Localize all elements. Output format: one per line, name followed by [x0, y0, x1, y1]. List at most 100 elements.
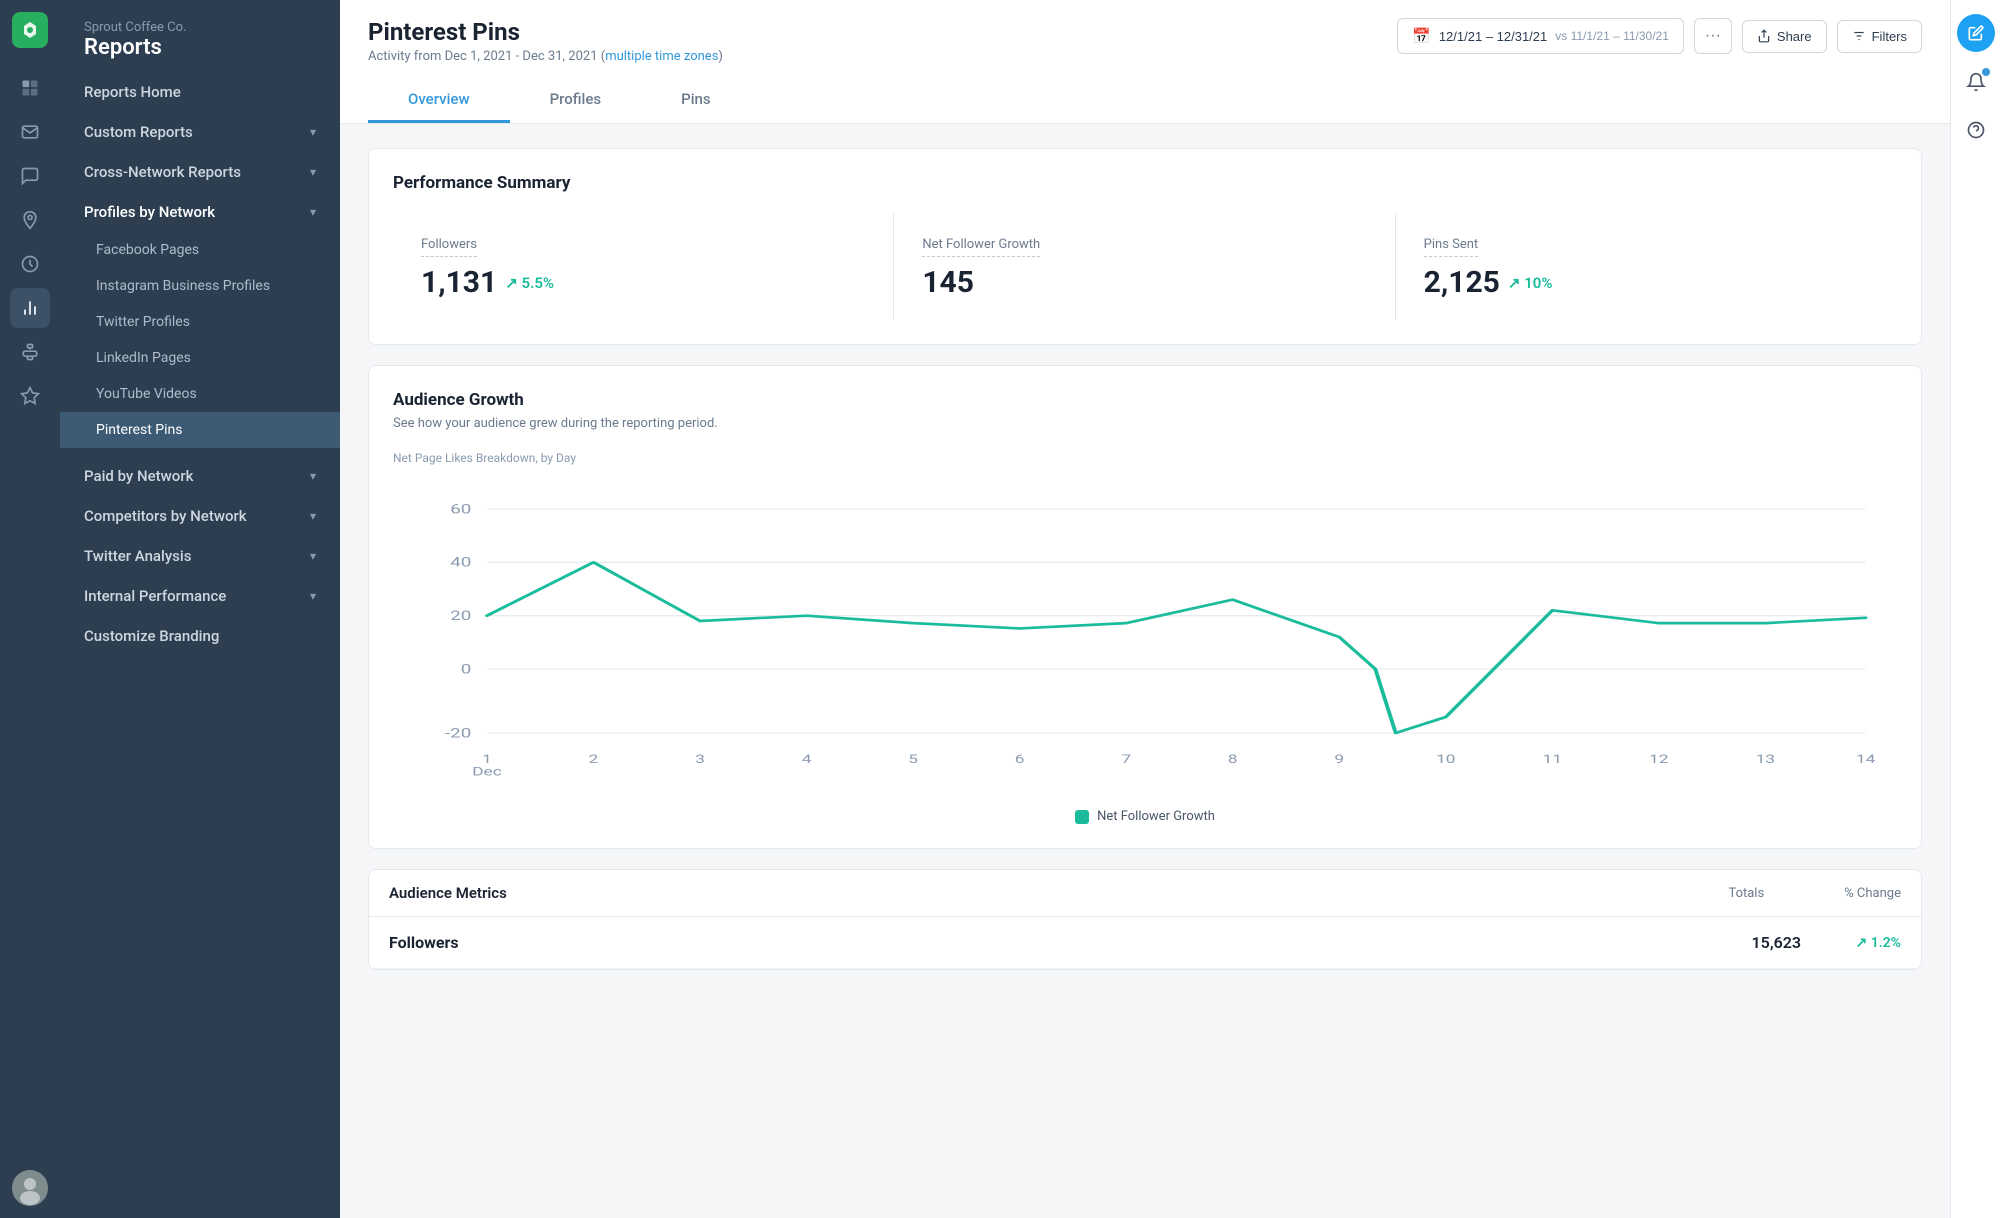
sidebar-item-custom-reports[interactable]: Custom Reports ▾: [60, 112, 340, 152]
svg-text:40: 40: [450, 555, 471, 570]
svg-text:2: 2: [589, 752, 599, 766]
filters-button[interactable]: Filters: [1837, 20, 1922, 53]
followers-value: 1,131 ↗ 5.5%: [421, 265, 865, 300]
chart-label: Net Page Likes Breakdown, by Day: [393, 451, 1897, 465]
followers-number: 1,131: [421, 265, 497, 300]
nav-messages-icon[interactable]: [10, 156, 50, 196]
tabs: Overview Profiles Pins: [368, 78, 1922, 123]
share-label: Share: [1777, 29, 1812, 44]
date-range-button[interactable]: 📅 12/1/21 – 12/31/21 vs 11/1/21 – 11/30/…: [1397, 18, 1684, 54]
followers-trend: ↗ 5.5%: [505, 274, 554, 292]
user-avatar[interactable]: [12, 1170, 48, 1206]
sidebar-item-label: Competitors by Network: [84, 507, 247, 525]
svg-text:0: 0: [461, 661, 472, 676]
sidebar-item-label: Custom Reports: [84, 123, 193, 141]
sidebar-sub-item-facebook-pages[interactable]: Facebook Pages: [60, 232, 340, 268]
audience-growth-subtitle: See how your audience grew during the re…: [393, 416, 1897, 431]
compare-range: vs 11/1/21 – 11/30/21: [1555, 29, 1669, 43]
chevron-icon: ▾: [310, 469, 316, 483]
svg-text:5: 5: [908, 752, 918, 766]
pins-sent-label: Pins Sent: [1424, 237, 1479, 257]
svg-text:20: 20: [450, 608, 471, 623]
sidebar-item-cross-network[interactable]: Cross-Network Reports ▾: [60, 152, 340, 192]
tab-pins[interactable]: Pins: [641, 78, 750, 123]
tab-overview[interactable]: Overview: [368, 78, 510, 123]
more-options-button[interactable]: ···: [1694, 18, 1732, 54]
notifications-icon[interactable]: [1958, 64, 1994, 100]
logo-icon[interactable]: [12, 12, 48, 48]
tab-profiles[interactable]: Profiles: [510, 78, 642, 123]
nav-inbox-icon[interactable]: [10, 112, 50, 152]
metrics-header: Audience Metrics Totals % Change: [369, 870, 1921, 917]
perf-cell-net-follower-growth: Net Follower Growth 145: [894, 213, 1395, 320]
followers-label: Followers: [421, 237, 477, 257]
audience-metrics-card: Audience Metrics Totals % Change Followe…: [368, 869, 1922, 970]
nav-pin-icon[interactable]: [10, 200, 50, 240]
chevron-icon: ▾: [310, 125, 316, 139]
subtitle-text: Activity from Dec 1, 2021 - Dec 31, 2021: [368, 49, 598, 64]
sidebar-sub-item-youtube[interactable]: YouTube Videos: [60, 376, 340, 412]
sub-item-label: LinkedIn Pages: [96, 350, 191, 366]
sidebar-item-label: Profiles by Network: [84, 203, 215, 221]
nav-home-icon[interactable]: [10, 68, 50, 108]
chevron-icon: ▾: [310, 509, 316, 523]
sidebar-item-internal-performance[interactable]: Internal Performance ▾: [60, 576, 340, 616]
notification-dot: [1982, 68, 1990, 76]
timezone-link[interactable]: multiple time zones: [605, 49, 718, 64]
chart-legend: Net Follower Growth: [393, 809, 1897, 824]
pins-sent-trend: ↗ 10%: [1508, 274, 1553, 292]
net-growth-number: 145: [922, 265, 974, 300]
sidebar-item-customize-branding[interactable]: Customize Branding: [60, 616, 340, 656]
compose-button[interactable]: [1957, 14, 1995, 52]
perf-cell-followers: Followers 1,131 ↗ 5.5%: [393, 213, 894, 320]
sidebar-item-label: Paid by Network: [84, 467, 193, 485]
chevron-icon: ▾: [310, 549, 316, 563]
legend-label: Net Follower Growth: [1097, 809, 1215, 824]
share-button[interactable]: Share: [1742, 20, 1827, 53]
sidebar-item-competitors[interactable]: Competitors by Network ▾: [60, 496, 340, 536]
calendar-icon: 📅: [1412, 27, 1431, 45]
help-icon[interactable]: [1958, 112, 1994, 148]
nav-automation-icon[interactable]: [10, 332, 50, 372]
legend-dot: [1075, 810, 1089, 824]
right-rail: [1950, 0, 2000, 1218]
svg-text:6: 6: [1015, 752, 1025, 766]
audience-growth-card: Audience Growth See how your audience gr…: [368, 365, 1922, 849]
metrics-change-value: ↗ 1.2%: [1801, 935, 1901, 951]
nav-analytics-icon[interactable]: [10, 288, 50, 328]
pins-sent-number: 2,125: [1424, 265, 1500, 300]
nav-star-icon[interactable]: [10, 376, 50, 416]
sidebar-sub-item-linkedin[interactable]: LinkedIn Pages: [60, 340, 340, 376]
sidebar-sub-item-pinterest[interactable]: Pinterest Pins: [60, 412, 340, 448]
sidebar-item-profiles-by-network[interactable]: Profiles by Network ▾: [60, 192, 340, 232]
sidebar-item-paid-by-network[interactable]: Paid by Network ▾: [60, 456, 340, 496]
sidebar: Sprout Coffee Co. Reports Reports Home C…: [60, 0, 340, 1218]
sub-item-label: Twitter Profiles: [96, 314, 190, 330]
sidebar-item-twitter-analysis[interactable]: Twitter Analysis ▾: [60, 536, 340, 576]
svg-text:14: 14: [1856, 752, 1875, 766]
page-header-top: Pinterest Pins Activity from Dec 1, 2021…: [368, 18, 1922, 64]
svg-text:12: 12: [1649, 752, 1668, 766]
sub-item-label: Pinterest Pins: [96, 422, 182, 438]
page-title-area: Pinterest Pins Activity from Dec 1, 2021…: [368, 18, 723, 64]
company-name: Sprout Coffee Co.: [84, 20, 316, 35]
sidebar-item-reports-home[interactable]: Reports Home: [60, 72, 340, 112]
svg-text:11: 11: [1543, 752, 1562, 766]
svg-text:Dec: Dec: [472, 765, 502, 779]
chart-area: 60 40 20 0 -20 1 Dec 2 3 4 5 6 7: [393, 477, 1897, 797]
sidebar-sub-item-instagram[interactable]: Instagram Business Profiles: [60, 268, 340, 304]
performance-grid: Followers 1,131 ↗ 5.5% Net Follower Grow…: [393, 213, 1897, 320]
sub-item-label: YouTube Videos: [96, 386, 197, 402]
sidebar-sub-item-twitter-profiles[interactable]: Twitter Profiles: [60, 304, 340, 340]
nav-schedule-icon[interactable]: [10, 244, 50, 284]
page-title: Pinterest Pins: [368, 18, 723, 46]
filters-label: Filters: [1872, 29, 1907, 44]
audience-growth-title: Audience Growth: [393, 390, 1897, 410]
main-content: Pinterest Pins Activity from Dec 1, 2021…: [340, 0, 1950, 1218]
col-change: % Change: [1844, 886, 1901, 901]
svg-text:60: 60: [450, 501, 471, 516]
header-actions: 📅 12/1/21 – 12/31/21 vs 11/1/21 – 11/30/…: [1397, 18, 1922, 54]
sub-item-label: Instagram Business Profiles: [96, 278, 270, 294]
sub-item-label: Facebook Pages: [96, 242, 199, 258]
sidebar-item-label: Cross-Network Reports: [84, 163, 241, 181]
